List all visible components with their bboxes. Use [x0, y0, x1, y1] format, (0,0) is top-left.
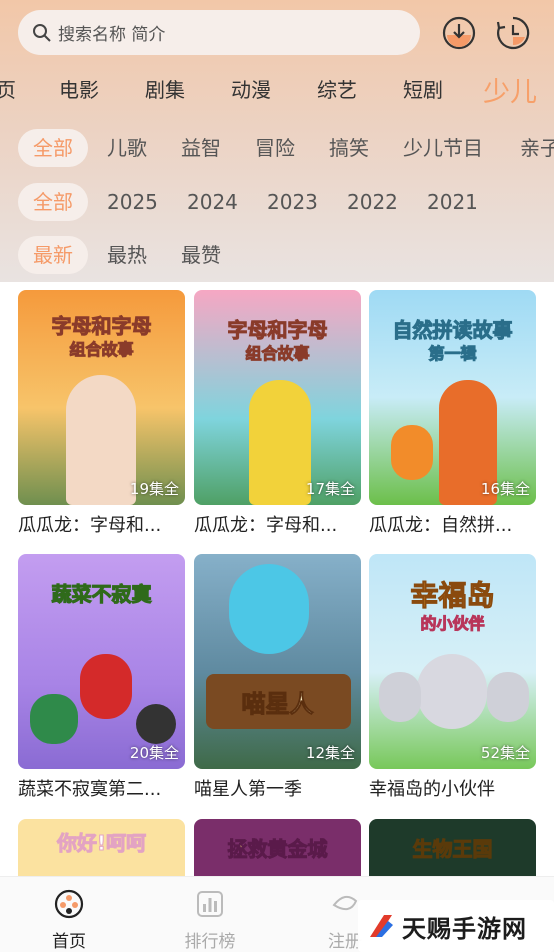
- tab-home[interactable]: 首页: [29, 889, 109, 952]
- search-icon: [33, 23, 51, 42]
- poster-image: 自然拼读故事 第一辑 16集全: [369, 290, 536, 505]
- download-icon[interactable]: [441, 15, 477, 51]
- poster-image: 你好!呵呵: [18, 819, 185, 877]
- poster-image: 字母和字母 组合故事 17集全: [194, 290, 361, 505]
- genre-chip[interactable]: 冒险: [240, 129, 310, 167]
- sort-chip-most-liked[interactable]: 最赞: [166, 236, 236, 274]
- video-card[interactable]: 拯救黄金城: [194, 819, 361, 877]
- genre-chip[interactable]: 搞笑: [314, 129, 384, 167]
- year-chip[interactable]: 2021: [412, 183, 493, 221]
- tab-anime[interactable]: 动漫: [231, 74, 271, 103]
- episode-badge: 17集全: [305, 480, 355, 498]
- video-card[interactable]: 蔬菜不寂寞 20集全 蔬菜不寂寞第二...: [18, 554, 185, 801]
- year-chip[interactable]: 2023: [252, 183, 333, 221]
- episode-badge: 52集全: [480, 744, 530, 762]
- year-chip[interactable]: 2025: [92, 183, 173, 221]
- video-title: 瓜瓜龙：字母和...: [194, 515, 338, 536]
- poster-image: 拯救黄金城: [194, 819, 361, 877]
- genre-chip[interactable]: 少儿节目: [388, 129, 498, 167]
- episode-badge: 16集全: [480, 480, 530, 498]
- video-title: 蔬菜不寂寞第二...: [18, 779, 162, 800]
- year-chip[interactable]: 2024: [172, 183, 253, 221]
- video-card[interactable]: 你好!呵呵: [18, 819, 185, 877]
- history-icon[interactable]: [495, 15, 531, 51]
- poster-image: 喵星人 12集全: [194, 554, 361, 769]
- poster-image: 生物王国: [369, 819, 536, 877]
- tab-series[interactable]: 剧集: [145, 74, 185, 103]
- tab-kids[interactable]: 少儿: [483, 70, 537, 108]
- site-watermark: 天赐手游网: [358, 900, 554, 952]
- genre-chip[interactable]: 益智: [166, 129, 236, 167]
- genre-filter-row: 全部 儿歌 益智 冒险 搞笑 少儿节目 亲子: [0, 129, 554, 169]
- watermark-text: 天赐手游网: [402, 914, 527, 943]
- video-title: 喵星人第一季: [194, 779, 302, 800]
- episode-badge: 12集全: [305, 744, 355, 762]
- poster-image: 字母和字母 组合故事 19集全: [18, 290, 185, 505]
- episode-badge: 20集全: [129, 744, 179, 762]
- sort-chip-hottest[interactable]: 最热: [92, 236, 162, 274]
- tab-home-partial[interactable]: 页: [0, 74, 16, 103]
- sort-filter-row: 最新 最热 最赞: [0, 236, 554, 276]
- search-placeholder: 搜索名称 简介: [58, 25, 166, 45]
- tab-ranking[interactable]: 排行榜: [170, 889, 250, 952]
- video-card[interactable]: 自然拼读故事 第一辑 16集全 瓜瓜龙：自然拼...: [369, 290, 536, 537]
- search-input[interactable]: 搜索名称 简介: [18, 10, 420, 55]
- poster-image: 蔬菜不寂寞 20集全: [18, 554, 185, 769]
- watermark-logo-icon: [370, 915, 393, 937]
- video-title: 瓜瓜龙：自然拼...: [369, 515, 513, 536]
- tab-movie[interactable]: 电影: [59, 74, 99, 103]
- genre-chip[interactable]: 儿歌: [92, 129, 162, 167]
- episode-badge: 19集全: [129, 480, 179, 498]
- video-card[interactable]: 生物王国: [369, 819, 536, 877]
- tab-short-drama[interactable]: 短剧: [403, 74, 443, 103]
- poster-image: 幸福岛 的小伙伴 52集全: [369, 554, 536, 769]
- sort-chip-newest[interactable]: 最新: [18, 236, 88, 274]
- video-card[interactable]: 字母和字母 组合故事 19集全 瓜瓜龙：字母和...: [18, 290, 185, 537]
- video-card[interactable]: 幸福岛 的小伙伴 52集全 幸福岛的小伙伴: [369, 554, 536, 801]
- genre-chip-all[interactable]: 全部: [18, 129, 88, 167]
- home-film-icon: [54, 889, 84, 919]
- register-icon: [332, 895, 358, 911]
- tab-ranking-label: 排行榜: [184, 932, 236, 952]
- video-title: 瓜瓜龙：字母和...: [18, 515, 162, 536]
- video-card[interactable]: 字母和字母 组合故事 17集全 瓜瓜龙：字母和...: [194, 290, 361, 537]
- tab-home-label: 首页: [52, 932, 86, 952]
- tab-variety[interactable]: 综艺: [317, 74, 357, 103]
- year-filter-row: 全部 2025 2024 2023 2022 2021: [0, 183, 554, 223]
- ranking-icon: [197, 891, 223, 917]
- video-card[interactable]: 喵星人 12集全 喵星人第一季: [194, 554, 361, 801]
- genre-chip[interactable]: 亲子: [505, 129, 554, 167]
- channel-tabs: 页 电影 剧集 动漫 综艺 短剧 少儿: [0, 68, 554, 108]
- year-chip[interactable]: 2022: [332, 183, 413, 221]
- year-chip-all[interactable]: 全部: [18, 183, 88, 221]
- video-title: 幸福岛的小伙伴: [369, 779, 495, 800]
